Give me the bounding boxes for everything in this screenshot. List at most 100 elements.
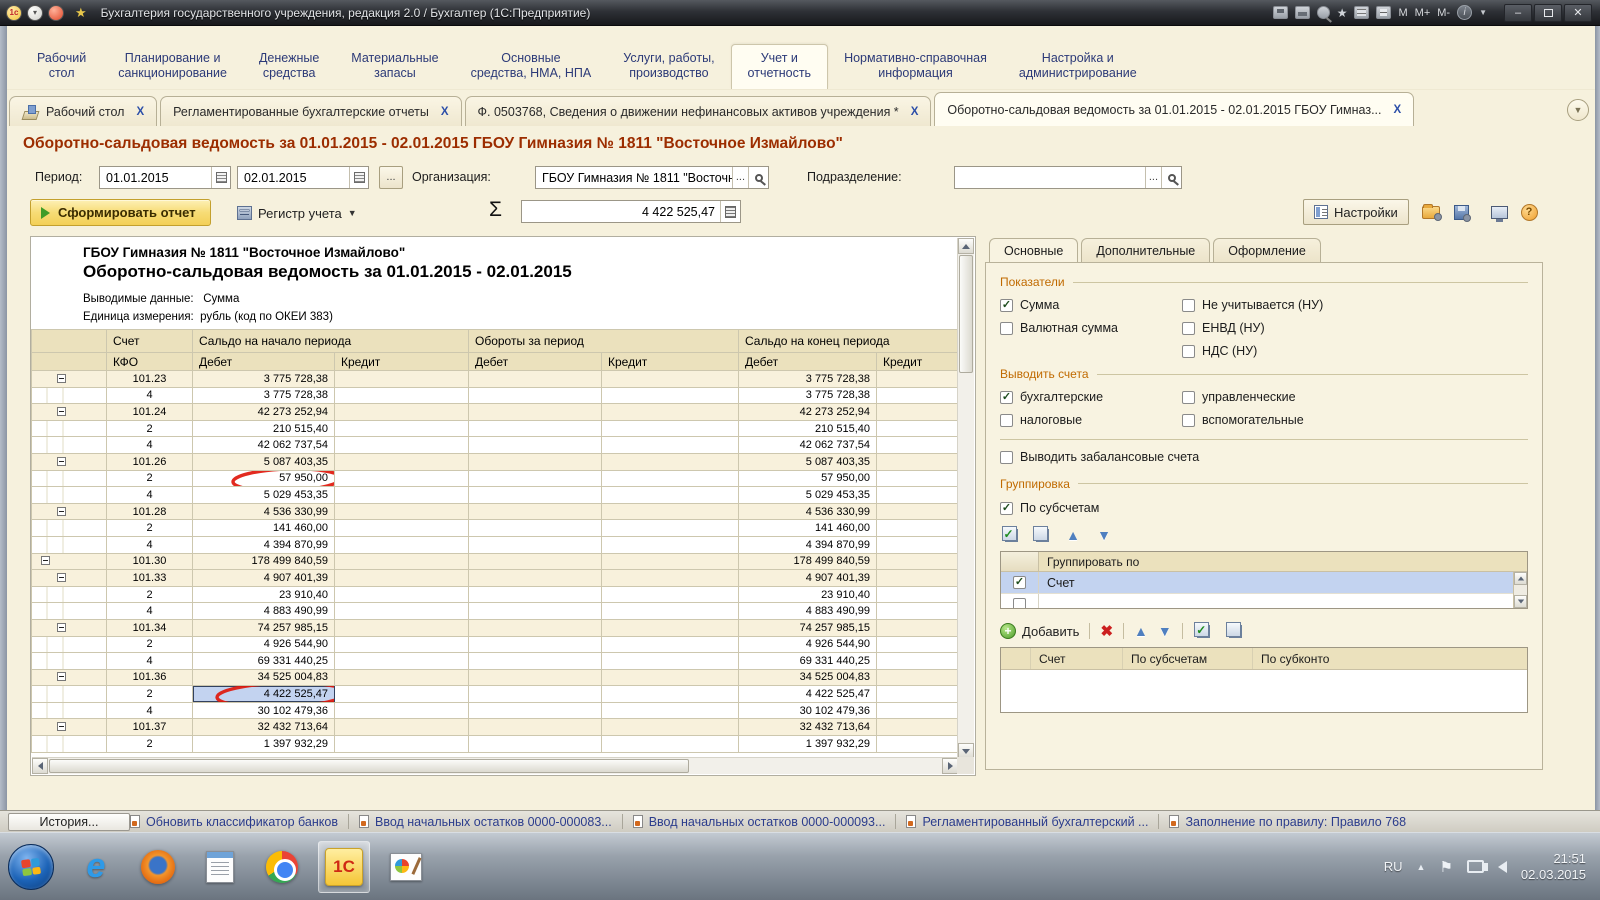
maximize-button[interactable]: [1534, 4, 1562, 22]
end-debit-cell[interactable]: 30 102 479,36: [739, 702, 877, 719]
begin-debit-cell[interactable]: 4 536 330,99: [193, 503, 335, 520]
move-down-icon[interactable]: ▼: [1158, 623, 1172, 639]
begin-credit-cell[interactable]: [335, 371, 469, 388]
star-icon[interactable]: ★: [1337, 6, 1348, 20]
favorites-star-icon[interactable]: ★: [75, 5, 87, 21]
turnover-credit-cell[interactable]: [602, 520, 739, 537]
report-row[interactable]: 44 394 870,994 394 870,99: [32, 536, 958, 553]
tree-cell[interactable]: [32, 586, 107, 603]
begin-credit-cell[interactable]: [335, 636, 469, 653]
turnover-credit-cell[interactable]: [602, 636, 739, 653]
scroll-right-icon[interactable]: [942, 758, 958, 774]
department-field[interactable]: ...: [954, 166, 1182, 189]
report-row[interactable]: 442 062 737,5442 062 737,54: [32, 437, 958, 454]
account-cell[interactable]: 4: [107, 536, 193, 553]
period-options-button[interactable]: ...: [379, 166, 403, 189]
report-row[interactable]: 2141 460,00141 460,00: [32, 520, 958, 537]
tree-cell[interactable]: [32, 553, 107, 570]
status-item-4[interactable]: Заполнение по правилу: Правило 768: [1169, 815, 1406, 829]
end-credit-cell[interactable]: [877, 669, 958, 686]
begin-credit-cell[interactable]: [335, 404, 469, 421]
action-center-flag-icon[interactable]: ⚑: [1439, 858, 1452, 876]
memory-button-m[interactable]: M: [1398, 7, 1407, 19]
save-settings-icon[interactable]: [1449, 200, 1473, 224]
app-logo-1c-icon[interactable]: 1с: [6, 5, 22, 21]
begin-debit-cell[interactable]: 42 062 737,54: [193, 437, 335, 454]
begin-debit-cell[interactable]: 4 883 490,99: [193, 603, 335, 620]
tree-cell[interactable]: [32, 503, 107, 520]
account-cell[interactable]: 2: [107, 736, 193, 753]
settings-tab-0[interactable]: Основные: [989, 238, 1078, 263]
monitor-icon[interactable]: [1487, 200, 1511, 224]
account-cell[interactable]: 4: [107, 387, 193, 404]
move-up-icon[interactable]: ▲: [1134, 623, 1148, 639]
account-cell[interactable]: 101.28: [107, 503, 193, 520]
memory-button-m-plus[interactable]: M+: [1415, 7, 1431, 19]
end-debit-cell[interactable]: 69 331 440,25: [739, 653, 877, 670]
account-cell[interactable]: 101.34: [107, 619, 193, 636]
date-from-value[interactable]: 01.01.2015: [100, 171, 211, 185]
tree-cell[interactable]: [32, 702, 107, 719]
begin-credit-cell[interactable]: [335, 603, 469, 620]
account-cell[interactable]: 101.23: [107, 371, 193, 388]
account-cell[interactable]: 2: [107, 420, 193, 437]
checked-checkbox-icon[interactable]: ✓: [1000, 299, 1013, 312]
tree-cell[interactable]: [32, 736, 107, 753]
tree-cell[interactable]: [32, 387, 107, 404]
check-all-icon[interactable]: ✓: [1193, 621, 1215, 641]
turnover-debit-cell[interactable]: [469, 669, 602, 686]
turnover-debit-cell[interactable]: [469, 719, 602, 736]
account-cell[interactable]: 4: [107, 603, 193, 620]
report-row[interactable]: 223 910,4023 910,40: [32, 586, 958, 603]
account-cell[interactable]: 101.26: [107, 453, 193, 470]
turnover-credit-cell[interactable]: [602, 653, 739, 670]
ribbon-tab-0[interactable]: Рабочийстол: [21, 45, 102, 89]
tree-cell[interactable]: [32, 719, 107, 736]
end-debit-cell[interactable]: 57 950,00: [739, 470, 877, 487]
account-cell[interactable]: 2: [107, 470, 193, 487]
unchecked-checkbox-icon[interactable]: [1000, 451, 1013, 464]
end-debit-cell[interactable]: 23 910,40: [739, 586, 877, 603]
start-button[interactable]: [8, 844, 54, 890]
organization-value[interactable]: ГБОУ Гимназия № 1811 "Восточн: [536, 171, 732, 185]
turnover-debit-cell[interactable]: [469, 570, 602, 587]
tree-cell[interactable]: [32, 420, 107, 437]
turnover-credit-cell[interactable]: [602, 437, 739, 454]
end-credit-cell[interactable]: [877, 553, 958, 570]
end-debit-cell[interactable]: 5 029 453,35: [739, 487, 877, 504]
delete-icon[interactable]: ✖: [1100, 622, 1113, 640]
turnover-debit-cell[interactable]: [469, 487, 602, 504]
checkbox-option[interactable]: ЕНВД (НУ): [1182, 321, 1528, 335]
choose-button[interactable]: ...: [1145, 167, 1161, 188]
report-row[interactable]: 469 331 440,2569 331 440,25: [32, 653, 958, 670]
status-item-3[interactable]: Регламентированный бухгалтерский ...: [906, 815, 1148, 829]
autosum-field[interactable]: 4 422 525,47: [521, 200, 741, 223]
begin-credit-cell[interactable]: [335, 470, 469, 487]
language-indicator[interactable]: RU: [1384, 859, 1403, 874]
turnover-credit-cell[interactable]: [602, 686, 739, 703]
end-debit-cell[interactable]: 141 460,00: [739, 520, 877, 537]
checkbox-option[interactable]: Не учитывается (НУ): [1182, 298, 1528, 312]
begin-debit-cell[interactable]: 42 273 252,94: [193, 404, 335, 421]
report-row[interactable]: 101.30178 499 840,59178 499 840,59: [32, 553, 958, 570]
taskbar-clock[interactable]: 21:51 02.03.2015: [1521, 851, 1586, 883]
end-debit-cell[interactable]: 5 087 403,35: [739, 453, 877, 470]
account-cell[interactable]: 4: [107, 487, 193, 504]
tree-cell[interactable]: [32, 453, 107, 470]
end-debit-cell[interactable]: 4 926 544,90: [739, 636, 877, 653]
begin-debit-cell[interactable]: 178 499 840,59: [193, 553, 335, 570]
begin-credit-cell[interactable]: [335, 736, 469, 753]
tab-list-dropdown-icon[interactable]: ▼: [1567, 99, 1589, 121]
add-button[interactable]: + Добавить: [1000, 623, 1079, 639]
end-credit-cell[interactable]: [877, 387, 958, 404]
info-icon[interactable]: i: [1457, 5, 1472, 20]
turnover-credit-cell[interactable]: [602, 453, 739, 470]
begin-debit-cell[interactable]: 5 087 403,35: [193, 453, 335, 470]
tree-cell[interactable]: [32, 636, 107, 653]
end-debit-cell[interactable]: 4 907 401,39: [739, 570, 877, 587]
begin-credit-cell[interactable]: [335, 553, 469, 570]
ribbon-tab-8[interactable]: Настройка иадминистрирование: [1003, 45, 1153, 89]
turnover-credit-cell[interactable]: [602, 371, 739, 388]
begin-credit-cell[interactable]: [335, 719, 469, 736]
collapse-icon[interactable]: [57, 407, 66, 416]
